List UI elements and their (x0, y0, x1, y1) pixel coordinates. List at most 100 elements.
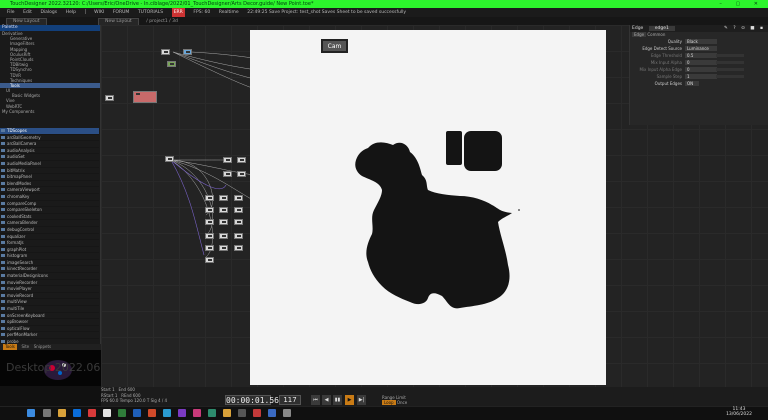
app-icon[interactable] (88, 409, 96, 417)
app-icon[interactable] (133, 409, 141, 417)
menu-help[interactable]: Help (66, 8, 76, 17)
palette-list-item[interactable]: arcBallGeometry (0, 135, 99, 142)
cam-node[interactable]: Cam (321, 39, 348, 53)
realtime-toggle[interactable]: Realtime (219, 8, 239, 17)
top-node[interactable] (167, 61, 176, 67)
menu-file[interactable]: File (7, 8, 15, 17)
sig-value[interactable]: 4 / 4 (158, 398, 167, 403)
folder-icon[interactable] (58, 409, 66, 417)
search-icon[interactable] (43, 409, 51, 417)
tree-item[interactable]: My Components (0, 109, 100, 114)
rstart-value[interactable]: 1 (115, 393, 118, 398)
app-icon[interactable] (73, 409, 81, 417)
palette-list-item[interactable]: multiView (0, 299, 99, 307)
param-value[interactable]: 0 (685, 60, 717, 65)
param-slider[interactable] (716, 54, 744, 57)
top-node[interactable] (105, 95, 114, 101)
start-icon[interactable] (27, 409, 35, 417)
top-node[interactable] (205, 219, 214, 225)
palette-list-item[interactable]: compareSkeleton (0, 207, 99, 214)
menu-wiki[interactable]: WIKI (94, 8, 104, 17)
palette-list-item[interactable]: opBrowser (0, 319, 99, 326)
app-icon[interactable] (238, 409, 246, 417)
palette-list-item[interactable]: histogram (0, 253, 99, 260)
palette-list-item[interactable]: bitmapPanel (0, 174, 99, 181)
palette-list-item[interactable]: equalizer (0, 234, 99, 241)
app-icon[interactable] (268, 409, 276, 417)
top-node[interactable] (237, 157, 246, 163)
tempo-value[interactable]: 120.0 (134, 398, 145, 403)
param-slider[interactable] (716, 61, 744, 64)
menu-dialogs[interactable]: Dialogs (40, 8, 57, 17)
palette-list-item[interactable]: cookedStats (0, 214, 99, 221)
palette-list-item[interactable]: audioSet (0, 154, 99, 161)
palette-list-item[interactable]: perfMonMarker (0, 332, 99, 339)
pause-button[interactable]: ▮▮ (333, 395, 342, 405)
top-node[interactable] (234, 233, 243, 239)
output-viewer[interactable] (250, 30, 606, 385)
top-node[interactable] (234, 245, 243, 251)
top-node[interactable] (219, 219, 228, 225)
top-node[interactable] (205, 233, 214, 239)
top-node[interactable] (237, 171, 246, 177)
top-node[interactable] (219, 233, 228, 239)
top-node[interactable] (234, 207, 243, 213)
op-name-field[interactable]: edge1 (648, 26, 675, 31)
palette-list-item[interactable]: compareComp (0, 201, 99, 208)
end-value[interactable]: 600 (127, 387, 135, 392)
palette-list-item[interactable]: debugControl (0, 227, 99, 234)
top-node[interactable] (161, 49, 170, 55)
app-icon[interactable] (283, 409, 291, 417)
top-node[interactable] (223, 171, 232, 177)
app-icon[interactable] (208, 409, 216, 417)
step-back-button[interactable]: ◀ (322, 395, 331, 405)
app-icon[interactable] (253, 409, 261, 417)
timecode-display[interactable]: 00:00:01.56 (225, 395, 279, 405)
palette-list-item[interactable]: imageSearch (0, 260, 99, 267)
param-value[interactable]: 1 (685, 74, 717, 79)
top-node[interactable] (219, 195, 228, 201)
tab-common[interactable]: Common (647, 32, 665, 37)
palette-list-item[interactable]: movieRecord (0, 293, 99, 300)
palette-list-item[interactable]: TDScopes (0, 128, 99, 135)
palette-list-item[interactable]: onScreenKeyboard (0, 313, 99, 320)
param-slider[interactable] (716, 75, 744, 78)
once-button[interactable]: Once (397, 400, 407, 405)
top-node[interactable] (205, 207, 214, 213)
error-badge[interactable]: ERR (171, 8, 185, 17)
palette-list-item[interactable]: cameraBlender (0, 220, 99, 227)
top-node[interactable] (205, 195, 214, 201)
palette-list-item[interactable]: cameraViewport (0, 187, 99, 194)
app-icon[interactable] (193, 409, 201, 417)
app-icon[interactable] (118, 409, 126, 417)
menu-edit[interactable]: Edit (23, 8, 32, 17)
palette-list-item[interactable]: formatJs (0, 240, 99, 247)
rend-value[interactable]: 600 (133, 393, 141, 398)
top-node[interactable] (234, 219, 243, 225)
param-value[interactable]: 0.5 (685, 53, 717, 58)
app-icon[interactable] (103, 409, 111, 417)
app-icon[interactable] (148, 409, 156, 417)
top-node[interactable] (234, 195, 243, 201)
param-value[interactable]: Black (685, 39, 717, 44)
menu-forum[interactable]: FORUM (113, 8, 129, 17)
top-node[interactable] (183, 49, 192, 55)
palette-list-item[interactable]: kinectRecorder (0, 266, 99, 274)
palette-list-item[interactable]: audioAnalysis (0, 148, 99, 155)
palette-list-item[interactable]: opticalFlow (0, 326, 99, 333)
app-icon[interactable] (163, 409, 171, 417)
param-toggle[interactable]: ON (685, 81, 699, 86)
play-button[interactable]: ▶ (345, 395, 354, 405)
palette-list-item[interactable]: audioMediaPanel (0, 161, 99, 168)
top-node[interactable] (219, 245, 228, 251)
start-value[interactable]: 1 (112, 387, 115, 392)
fps-value[interactable]: 60.0 (110, 398, 119, 403)
step-forward-button[interactable]: ▶| (357, 395, 366, 405)
palette-list-item[interactable]: materialDesignIcons (0, 273, 99, 280)
loop-button[interactable]: Loop (382, 400, 396, 405)
frame-display[interactable]: 117 (279, 395, 301, 405)
palette-list-item[interactable]: movieRecorder (0, 280, 99, 287)
app-icon[interactable] (223, 409, 231, 417)
rewind-button[interactable]: ⏮ (311, 395, 320, 405)
palette-list-item[interactable]: blendModes (0, 181, 99, 188)
